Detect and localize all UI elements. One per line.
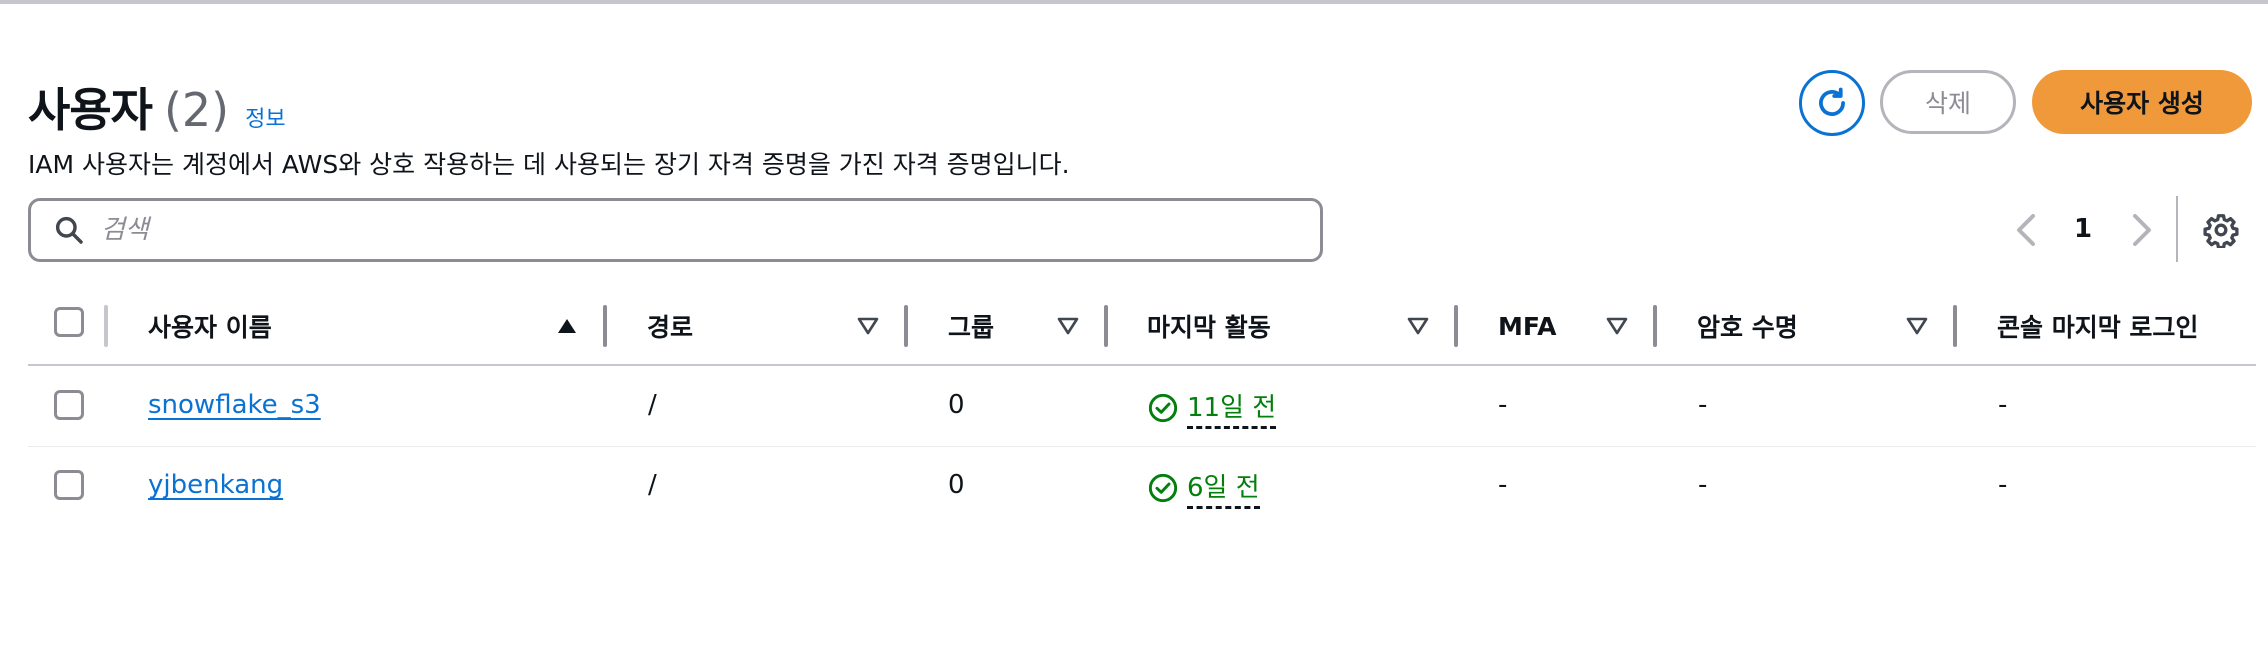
refresh-icon: [1813, 84, 1851, 122]
column-separator: [603, 305, 607, 347]
refresh-button[interactable]: [1799, 70, 1865, 136]
search-field[interactable]: [28, 198, 1323, 262]
mfa-cell: -: [1498, 390, 1508, 420]
select-all-checkbox[interactable]: [54, 307, 84, 337]
chevron-right-icon[interactable]: [2127, 210, 2155, 250]
gear-icon[interactable]: [2203, 212, 2239, 248]
password-age-cell: -: [1698, 390, 1708, 420]
path-cell: /: [648, 470, 657, 500]
column-separator: [104, 305, 108, 347]
chevron-left-icon[interactable]: [2013, 210, 2041, 250]
column-separator: [1653, 305, 1657, 347]
search-input[interactable]: [99, 214, 1320, 246]
sort-icon[interactable]: [1057, 316, 1079, 336]
column-header-path[interactable]: 경로: [647, 308, 693, 344]
column-separator: [1104, 305, 1108, 347]
last-activity-text: 11일 전: [1187, 387, 1277, 429]
user-count: (2): [163, 83, 230, 137]
column-header-mfa[interactable]: MFA: [1498, 308, 1556, 344]
groups-cell: 0: [948, 390, 965, 420]
last-activity-cell[interactable]: 11일 전: [1147, 387, 1277, 429]
column-header-user-name[interactable]: 사용자 이름: [148, 308, 272, 344]
sort-icon[interactable]: [1906, 316, 1928, 336]
create-user-button[interactable]: 사용자 생성: [2032, 70, 2252, 134]
table-header-divider: [28, 364, 2256, 366]
user-name-link[interactable]: snowflake_s3: [148, 390, 321, 420]
groups-cell: 0: [948, 470, 965, 500]
console-last-signin-cell: -: [1998, 390, 2008, 420]
current-page[interactable]: 1: [2074, 214, 2092, 244]
page-description: IAM 사용자는 계정에서 AWS와 상호 작용하는 데 사용되는 장기 자격 …: [28, 150, 1070, 179]
console-last-signin-cell: -: [1998, 470, 2008, 500]
column-separator: [904, 305, 908, 347]
row-divider: [28, 446, 2256, 447]
check-circle-icon: [1147, 472, 1179, 504]
mfa-cell: -: [1498, 470, 1508, 500]
last-activity-text: 6일 전: [1187, 467, 1260, 509]
row-checkbox[interactable]: [54, 390, 84, 420]
sort-ascending-icon[interactable]: [556, 316, 578, 336]
column-header-console-last-signin[interactable]: 콘솔 마지막 로그인: [1997, 308, 2198, 344]
column-separator: [1953, 305, 1957, 347]
sort-icon[interactable]: [1407, 316, 1429, 336]
row-checkbox[interactable]: [54, 470, 84, 500]
delete-button[interactable]: 삭제: [1880, 70, 2016, 134]
column-header-last-activity[interactable]: 마지막 활동: [1147, 308, 1271, 344]
column-header-groups[interactable]: 그룹: [948, 308, 994, 344]
column-header-password-age[interactable]: 암호 수명: [1697, 308, 1798, 344]
info-link[interactable]: 정보: [245, 101, 285, 133]
check-circle-icon: [1147, 392, 1179, 424]
page-header: 사용자 (2) 정보: [28, 74, 286, 140]
path-cell: /: [648, 390, 657, 420]
page-title: 사용자: [28, 83, 153, 137]
pager-divider: [2176, 196, 2178, 262]
last-activity-cell[interactable]: 6일 전: [1147, 467, 1260, 509]
column-separator: [1454, 305, 1458, 347]
sort-icon[interactable]: [857, 316, 879, 336]
user-name-link[interactable]: yjbenkang: [148, 470, 283, 500]
sort-icon[interactable]: [1606, 316, 1628, 336]
password-age-cell: -: [1698, 470, 1708, 500]
top-border: [0, 0, 2268, 4]
search-icon: [53, 214, 85, 246]
